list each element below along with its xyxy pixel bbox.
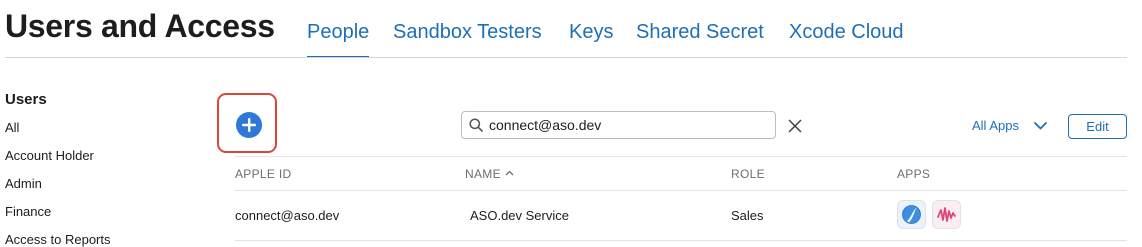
tab-shared-secret[interactable]: Shared Secret [636,21,764,44]
page-title: Users and Access [5,8,275,44]
sidebar-item-all[interactable]: All [5,120,19,135]
search-field[interactable] [461,111,776,139]
sidebar-item-account-holder[interactable]: Account Holder [5,148,94,163]
sidebar-item-access-to-reports[interactable]: Access to Reports [5,232,111,247]
tab-keys[interactable]: Keys [569,21,613,44]
column-header-role[interactable]: ROLE [731,167,765,181]
chevron-down-icon[interactable] [1034,122,1047,130]
app-filter-dropdown[interactable]: All Apps [972,118,1019,133]
tab-people[interactable]: People [307,21,370,58]
cell-name: ASO.dev Service [470,208,569,223]
sidebar-item-admin[interactable]: Admin [5,176,42,191]
close-icon[interactable] [788,119,802,133]
column-header-name[interactable]: NAME [465,167,501,181]
table-row-rule [235,240,1127,241]
plus-circle-icon [242,118,256,132]
app-icon-blue-swoosh [897,200,926,229]
add-user-button[interactable] [236,112,262,138]
column-header-apps: APPS [897,167,931,181]
sidebar-item-finance[interactable]: Finance [5,204,51,219]
edit-button[interactable]: Edit [1068,114,1127,139]
table-header-rule [235,190,1127,191]
search-icon [469,118,483,132]
header-divider [5,57,1127,58]
app-icon-pink-waveform [932,200,961,229]
tab-sandbox-testers[interactable]: Sandbox Testers [393,21,542,44]
sidebar-heading: Users [5,91,47,108]
table-top-rule [235,156,1127,157]
search-input[interactable] [489,115,769,135]
sort-ascending-icon[interactable] [505,170,514,176]
tab-xcode-cloud[interactable]: Xcode Cloud [789,21,904,44]
column-header-apple-id[interactable]: APPLE ID [235,167,291,181]
cell-apple-id: connect@aso.dev [235,208,340,223]
cell-role: Sales [731,208,764,223]
